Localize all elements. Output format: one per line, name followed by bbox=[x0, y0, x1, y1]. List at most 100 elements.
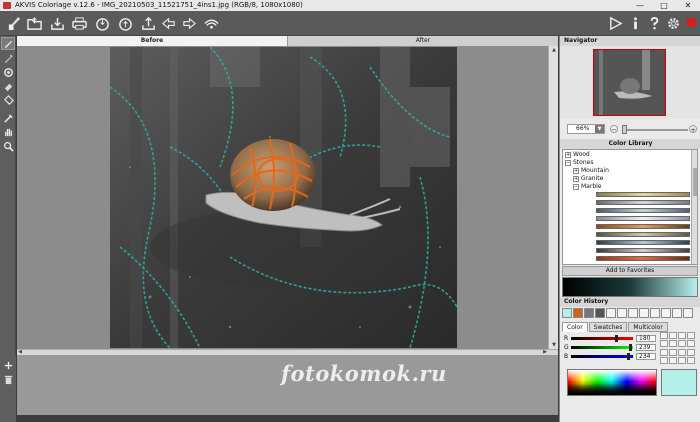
green-slider-thumb[interactable] bbox=[629, 344, 632, 351]
tree-item-mountain[interactable]: + Mountain bbox=[573, 167, 609, 174]
tab-before[interactable]: Before bbox=[17, 36, 287, 46]
bucket-icon[interactable] bbox=[1, 94, 15, 107]
custom-color-cell[interactable] bbox=[687, 340, 695, 348]
expand-icon[interactable]: + bbox=[565, 151, 571, 158]
save-icon[interactable] bbox=[49, 15, 66, 32]
help-icon[interactable] bbox=[646, 15, 663, 32]
blue-slider[interactable] bbox=[571, 355, 633, 358]
tab-color[interactable]: Color bbox=[562, 322, 588, 332]
zoom-field[interactable]: 66% ▼ bbox=[567, 124, 605, 134]
color-library-tree[interactable]: + Wood − Stones + Mountain + Granite − Marble bbox=[562, 149, 698, 265]
red-value-field[interactable]: 180 bbox=[636, 335, 656, 342]
history-color[interactable] bbox=[683, 308, 693, 318]
scroll-up-icon[interactable]: ▲ bbox=[550, 46, 558, 54]
eraser-icon[interactable] bbox=[1, 80, 15, 93]
close-button[interactable]: ✕ bbox=[676, 0, 700, 11]
custom-color-cell[interactable] bbox=[660, 340, 668, 348]
expand-icon[interactable]: + bbox=[573, 167, 579, 174]
news-icon[interactable] bbox=[683, 15, 700, 32]
reset-icon[interactable] bbox=[203, 15, 220, 32]
eyedropper-icon[interactable] bbox=[1, 112, 15, 125]
tree-item-granite[interactable]: + Granite bbox=[573, 175, 603, 182]
custom-color-cell[interactable] bbox=[669, 340, 677, 348]
color-swatch[interactable] bbox=[596, 248, 690, 253]
color-pencil-icon[interactable] bbox=[1, 37, 15, 50]
maximize-button[interactable]: □ bbox=[652, 0, 676, 11]
custom-color-cell[interactable] bbox=[687, 332, 695, 339]
upload-icon[interactable] bbox=[140, 15, 157, 32]
color-swatch[interactable] bbox=[596, 256, 690, 261]
color-swatch[interactable] bbox=[596, 240, 690, 245]
settings-icon[interactable] bbox=[665, 15, 682, 32]
tab-swatches[interactable]: Swatches bbox=[588, 322, 628, 332]
custom-color-cell[interactable] bbox=[669, 356, 677, 364]
custom-color-cell[interactable] bbox=[678, 340, 686, 348]
collapse-icon[interactable]: − bbox=[573, 183, 579, 190]
run-icon[interactable] bbox=[607, 15, 624, 32]
history-color[interactable] bbox=[661, 308, 671, 318]
open-file-icon[interactable] bbox=[26, 15, 43, 32]
history-color[interactable] bbox=[650, 308, 660, 318]
vertical-scrollbar[interactable]: ▲ ▼ bbox=[548, 46, 558, 349]
tree-item-stones[interactable]: − Stones bbox=[565, 159, 593, 166]
color-swatch[interactable] bbox=[596, 208, 690, 213]
zoom-slider[interactable] bbox=[622, 129, 688, 131]
zoom-icon[interactable] bbox=[1, 140, 15, 153]
blue-value-field[interactable]: 234 bbox=[636, 353, 656, 360]
history-color[interactable] bbox=[606, 308, 616, 318]
color-swatch[interactable] bbox=[596, 192, 690, 197]
color-spectrum-picker[interactable] bbox=[567, 369, 657, 396]
brush-icon[interactable] bbox=[6, 15, 23, 32]
custom-color-cell[interactable] bbox=[687, 348, 695, 356]
color-gradient-preview[interactable] bbox=[562, 277, 698, 297]
zoom-out-icon[interactable]: − bbox=[610, 125, 618, 134]
color-swatch[interactable] bbox=[596, 200, 690, 205]
history-color[interactable] bbox=[573, 308, 583, 318]
info-icon[interactable] bbox=[627, 15, 644, 32]
library-scroll-thumb[interactable] bbox=[693, 168, 697, 196]
blue-slider-thumb[interactable] bbox=[627, 353, 630, 360]
hand-icon[interactable] bbox=[1, 126, 15, 139]
history-color[interactable] bbox=[562, 308, 572, 318]
custom-color-cell[interactable] bbox=[678, 356, 686, 364]
add-icon[interactable] bbox=[1, 359, 15, 372]
custom-color-cell[interactable] bbox=[687, 356, 695, 364]
custom-color-cell[interactable] bbox=[660, 356, 668, 364]
custom-color-cell[interactable] bbox=[669, 348, 677, 356]
tab-after[interactable]: After bbox=[287, 36, 558, 46]
tab-multicolor[interactable]: Multicolor bbox=[628, 322, 668, 332]
history-color[interactable] bbox=[639, 308, 649, 318]
color-swatch[interactable] bbox=[596, 232, 690, 237]
green-value-field[interactable]: 239 bbox=[636, 344, 656, 351]
custom-color-cell[interactable] bbox=[678, 348, 686, 356]
keep-color-pencil-icon[interactable] bbox=[1, 52, 15, 65]
history-color[interactable] bbox=[617, 308, 627, 318]
collapse-icon[interactable]: − bbox=[565, 159, 571, 166]
expand-icon[interactable]: + bbox=[573, 175, 579, 182]
undo-icon[interactable] bbox=[160, 15, 177, 32]
red-slider[interactable] bbox=[571, 337, 633, 340]
tree-item-wood[interactable]: + Wood bbox=[565, 151, 590, 158]
load-strokes-icon[interactable] bbox=[94, 15, 111, 32]
custom-color-cell[interactable] bbox=[660, 348, 668, 356]
image-canvas[interactable] bbox=[17, 46, 558, 349]
history-color[interactable] bbox=[584, 308, 594, 318]
history-color[interactable] bbox=[595, 308, 605, 318]
green-slider[interactable] bbox=[571, 346, 633, 349]
magic-tube-icon[interactable] bbox=[1, 66, 15, 79]
scroll-down-icon[interactable]: ▼ bbox=[550, 341, 558, 349]
minimize-button[interactable]: — bbox=[628, 0, 652, 11]
redo-icon[interactable] bbox=[181, 15, 198, 32]
custom-color-cell[interactable] bbox=[678, 332, 686, 339]
color-swatch[interactable] bbox=[596, 224, 690, 229]
custom-color-cell[interactable] bbox=[669, 332, 677, 339]
photo[interactable] bbox=[110, 47, 457, 348]
history-color[interactable] bbox=[628, 308, 638, 318]
add-to-favorites-button[interactable]: Add to Favorites bbox=[562, 266, 698, 276]
color-swatch[interactable] bbox=[596, 216, 690, 221]
red-slider-thumb[interactable] bbox=[615, 335, 618, 342]
tree-item-marble[interactable]: − Marble bbox=[573, 183, 602, 190]
zoom-dropdown-icon[interactable]: ▼ bbox=[595, 125, 604, 133]
zoom-in-icon[interactable]: + bbox=[689, 125, 697, 134]
history-color[interactable] bbox=[672, 308, 682, 318]
